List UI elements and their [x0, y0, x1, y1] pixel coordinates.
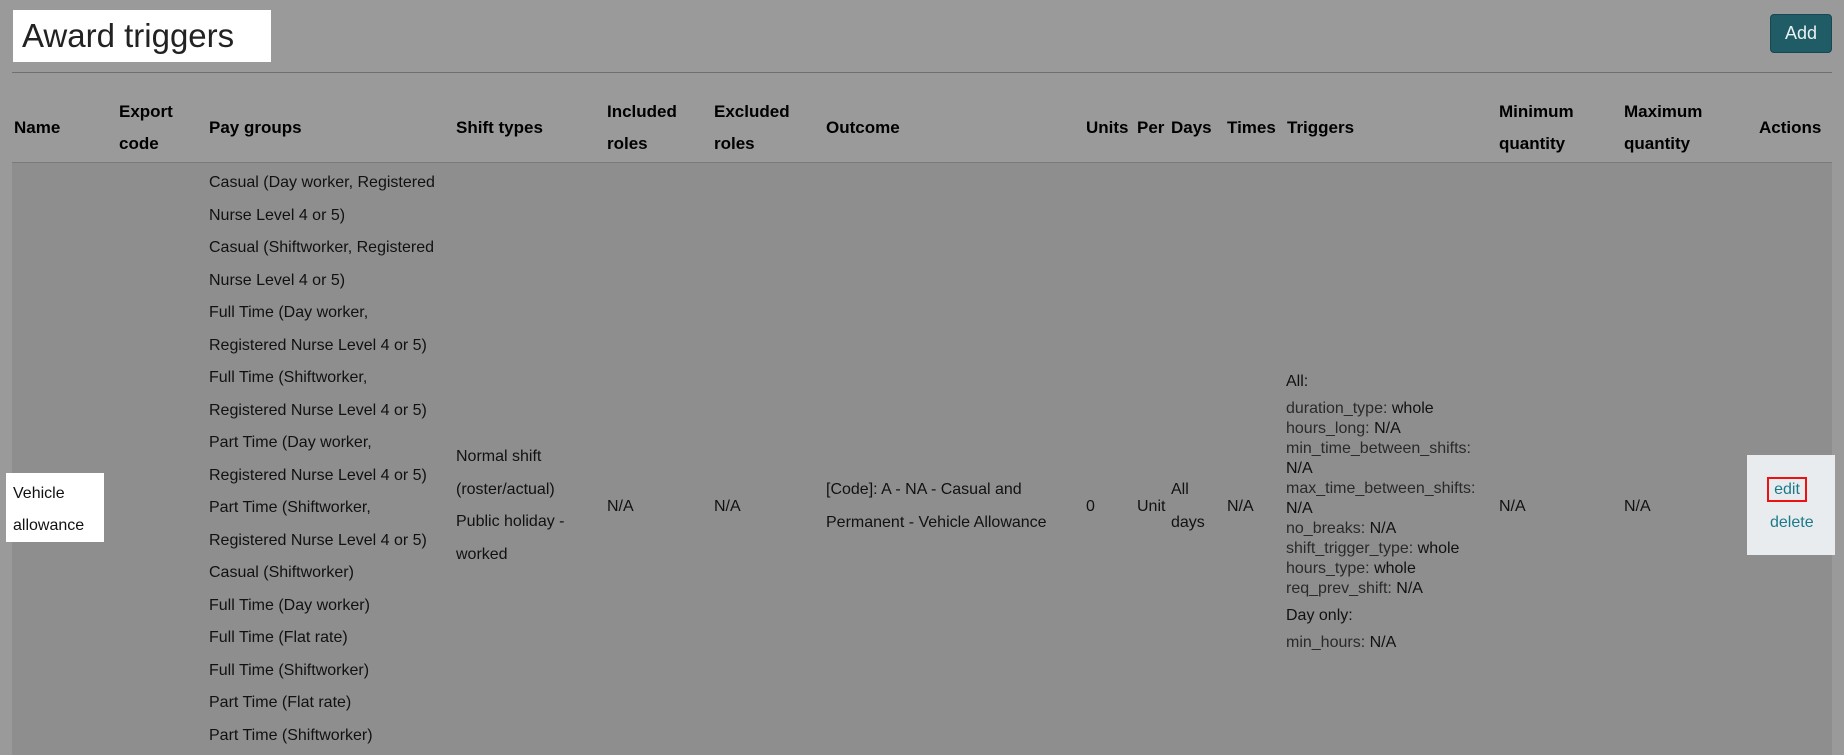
column-header-times[interactable]: Times [1227, 112, 1276, 144]
cell-days: All days [1171, 481, 1205, 531]
trigger-line: N/A [1286, 460, 1313, 477]
cell-included-roles: N/A [607, 498, 634, 515]
cell-units: 0 [1086, 498, 1095, 515]
cell-excluded-roles: N/A [714, 498, 741, 515]
column-header-triggers[interactable]: Triggers [1287, 112, 1354, 144]
cell-outcome: [Code]: A - NA - Casual and Permanent - … [826, 481, 1047, 531]
cell-minimum-quantity: N/A [1499, 498, 1526, 515]
trigger-line: shift_trigger_type: whole [1286, 540, 1460, 557]
column-header-included-roles[interactable]: Included roles [607, 96, 677, 160]
trigger-line: min_hours: N/A [1286, 634, 1397, 651]
triggers-all-list: duration_type: whole hours_long: N/A min… [1286, 399, 1486, 599]
column-header-name[interactable]: Name [14, 112, 60, 144]
cell-times: N/A [1227, 498, 1254, 515]
column-header-pay-groups[interactable]: Pay groups [209, 112, 302, 144]
trigger-line: no_breaks: N/A [1286, 520, 1397, 537]
column-header-days[interactable]: Days [1171, 112, 1212, 144]
column-header-maximum-quantity[interactable]: Maximum quantity [1624, 96, 1702, 160]
edit-link[interactable]: edit [1767, 477, 1807, 502]
column-header-units[interactable]: Units [1086, 112, 1129, 144]
trigger-line: hours_type: whole [1286, 560, 1416, 577]
column-header-export-code[interactable]: Export code [119, 96, 173, 160]
trigger-line: N/A [1286, 500, 1313, 517]
column-header-per[interactable]: Per [1137, 112, 1164, 144]
column-header-shift-types[interactable]: Shift types [456, 112, 543, 144]
page-header: Award triggers Add [12, 10, 1832, 73]
triggers-all-label: All: [1286, 373, 1309, 390]
header-divider [12, 162, 1832, 163]
trigger-line: hours_long: N/A [1286, 420, 1401, 437]
trigger-line: req_prev_shift: N/A [1286, 580, 1423, 597]
add-button[interactable]: Add [1770, 14, 1832, 53]
trigger-line: duration_type: whole [1286, 400, 1434, 417]
cell-per: Unit [1137, 498, 1166, 515]
triggers-day-label: Day only: [1286, 607, 1353, 624]
cell-name: Vehicle allowance [6, 473, 104, 542]
column-header-outcome[interactable]: Outcome [826, 112, 900, 144]
cell-triggers: All: duration_type: whole hours_long: N/… [1286, 372, 1486, 653]
trigger-line: min_time_between_shifts: [1286, 440, 1471, 457]
page-title: Award triggers [13, 10, 271, 62]
cell-actions: edit delete [1747, 455, 1835, 555]
column-header-minimum-quantity[interactable]: Minimum quantity [1499, 96, 1574, 160]
cell-pay-groups: Casual (Day worker, Registered Nurse Lev… [209, 174, 435, 744]
column-header-excluded-roles[interactable]: Excluded roles [714, 96, 790, 160]
column-header-actions: Actions [1759, 118, 1822, 137]
cell-maximum-quantity: N/A [1624, 498, 1651, 515]
delete-link[interactable]: delete [1770, 513, 1814, 533]
trigger-line: max_time_between_shifts: [1286, 480, 1476, 497]
cell-shift-types: Normal shift (roster/actual) Public holi… [456, 448, 565, 563]
